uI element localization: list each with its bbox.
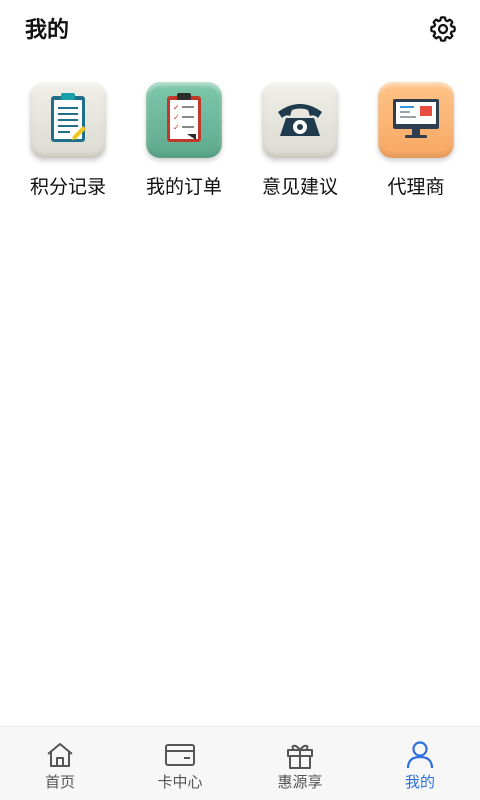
settings-button[interactable] (426, 14, 460, 48)
clipboard-icon (43, 90, 93, 150)
tab-label: 首页 (44, 773, 75, 791)
card-icon (163, 739, 197, 771)
order-list-icon: ✓ ✓ ✓ (159, 90, 209, 150)
user-icon (403, 739, 437, 771)
telephone-icon (274, 96, 326, 144)
menu-label: 积分记录 (29, 176, 106, 198)
page-title: 我的 (25, 18, 70, 43)
menu-item-feedback[interactable]: 意见建议 (245, 82, 355, 210)
menu-item-my-orders[interactable]: ✓ ✓ ✓ 我的订单 (129, 82, 239, 210)
home-icon (43, 739, 77, 771)
menu-label: 我的订单 (145, 176, 222, 198)
feedback-tile (262, 82, 338, 158)
header: 我的 (0, 0, 480, 62)
my-orders-tile: ✓ ✓ ✓ (146, 82, 222, 158)
menu-item-agent[interactable]: 代理商 (361, 82, 471, 210)
gift-icon (283, 739, 317, 771)
tab-benefits[interactable]: 惠源享 (240, 727, 360, 800)
svg-text:✓: ✓ (173, 113, 180, 122)
tab-mine[interactable]: 我的 (360, 727, 480, 800)
menu-grid: 积分记录 ✓ ✓ ✓ 我的订单 意见建议 代理商 (0, 82, 480, 212)
gear-icon (428, 14, 458, 48)
agent-tile (378, 82, 454, 158)
tab-label: 我的 (404, 773, 435, 791)
bottom-tab-bar: 首页 卡中心 惠源享 我的 (0, 726, 480, 800)
points-record-tile (30, 82, 106, 158)
menu-item-points-record[interactable]: 积分记录 (13, 82, 123, 210)
tab-card-center[interactable]: 卡中心 (120, 727, 240, 800)
tab-home[interactable]: 首页 (0, 727, 120, 800)
monitor-icon (390, 95, 442, 145)
svg-text:✓: ✓ (173, 123, 180, 132)
tab-label: 卡中心 (157, 773, 203, 791)
menu-label: 代理商 (387, 176, 445, 198)
tab-label: 惠源享 (277, 773, 323, 791)
svg-text:✓: ✓ (173, 103, 180, 112)
menu-label: 意见建议 (261, 176, 338, 198)
